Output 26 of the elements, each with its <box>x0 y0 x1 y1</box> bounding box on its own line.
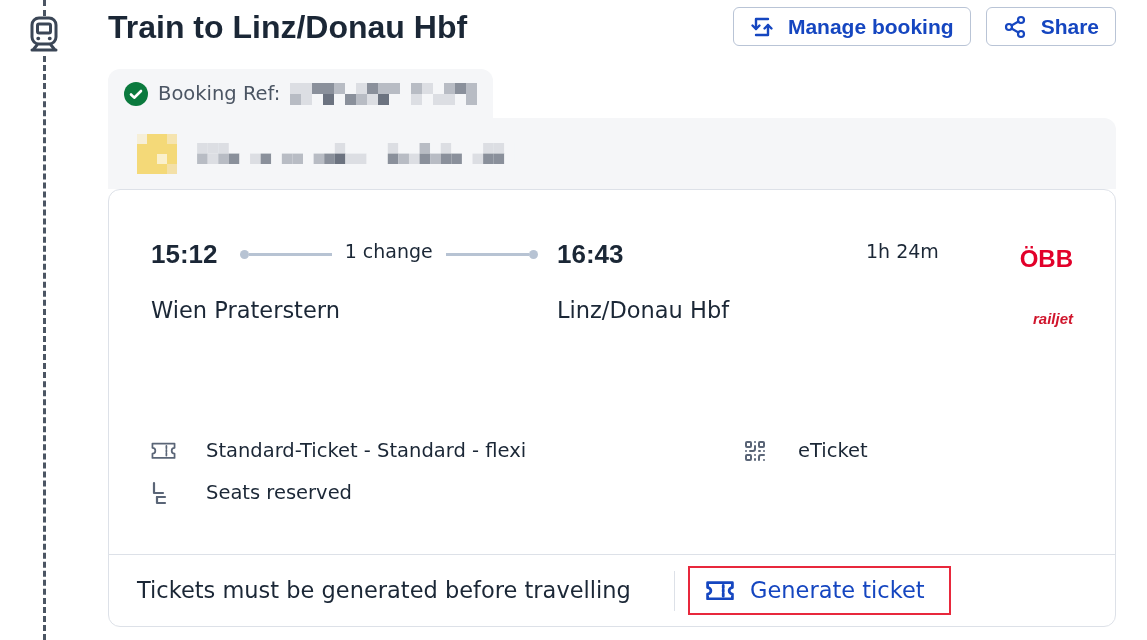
ticket-icon <box>151 442 176 460</box>
trip-title: Train to Linz/Donau Hbf <box>108 7 468 47</box>
departure-station: Wien Praterstern <box>151 296 340 325</box>
swap-arrows-icon <box>749 15 774 38</box>
pixelated-avatar <box>137 133 177 174</box>
manage-booking-button[interactable]: Manage booking <box>732 7 971 46</box>
ticket-icon <box>706 580 734 601</box>
notice-text: Tickets must be generated before travelling <box>137 575 631 605</box>
feature-label: eTicket <box>798 438 868 465</box>
duration: 1h 24m <box>866 238 939 264</box>
share-button[interactable]: Share <box>985 7 1116 46</box>
operator-logo: ÖBB <box>1019 247 1073 271</box>
qr-code-icon <box>743 439 767 463</box>
seat-icon <box>151 481 167 505</box>
departure-time: 15:12 <box>151 237 218 271</box>
arrival-station: Linz/Donau Hbf <box>557 296 730 325</box>
changes-label: 1 change <box>343 238 434 264</box>
arrival-time: 16:43 <box>557 237 624 271</box>
booking-ref-label: Booking Ref: <box>158 80 281 107</box>
generate-ticket-button[interactable]: Generate ticket <box>688 566 951 615</box>
feature-label: Standard-Ticket - Standard - flexi <box>206 438 527 465</box>
train-icon <box>29 16 59 52</box>
share-icon <box>1002 14 1027 39</box>
service-logo: railjet <box>1032 311 1073 326</box>
feature-label: Seats reserved <box>206 480 352 507</box>
check-circle-icon <box>124 81 148 106</box>
